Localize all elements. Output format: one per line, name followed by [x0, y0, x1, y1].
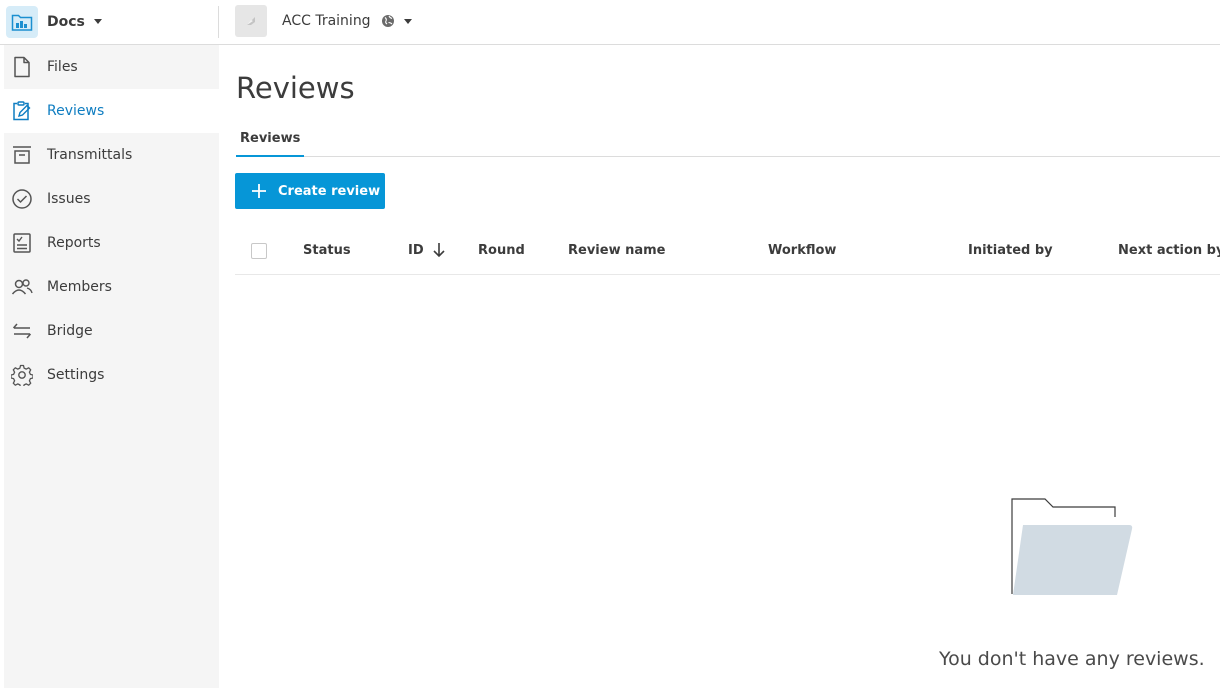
sidebar-item-settings[interactable]: Settings — [4, 353, 219, 397]
sidebar-item-label: Transmittals — [47, 147, 133, 163]
column-header-initiated-by[interactable]: Initiated by — [968, 243, 1053, 258]
sidebar-item-issues[interactable]: Issues — [4, 177, 219, 221]
reports-icon — [11, 232, 33, 254]
top-bar: Docs ACC Training — [0, 0, 1220, 45]
issues-icon — [11, 188, 33, 210]
sidebar-item-members[interactable]: Members — [4, 265, 219, 309]
sidebar-item-label: Reviews — [47, 103, 105, 119]
sidebar-nav: Files Reviews Transmittals Issues Report… — [0, 45, 219, 688]
empty-folder-illustration — [1009, 497, 1135, 601]
select-all-checkbox[interactable] — [251, 243, 267, 259]
sidebar-item-transmittals[interactable]: Transmittals — [4, 133, 219, 177]
bridge-icon — [11, 320, 33, 342]
sidebar-item-reviews[interactable]: Reviews — [4, 89, 219, 133]
docs-folder-icon — [6, 5, 38, 38]
sidebar-item-files[interactable]: Files — [4, 45, 219, 89]
sidebar-item-label: Settings — [47, 367, 105, 383]
project-thumbnail-icon — [235, 5, 267, 37]
module-switcher[interactable]: Docs — [6, 5, 102, 38]
page-title: Reviews — [236, 71, 355, 105]
tab-reviews[interactable]: Reviews — [236, 127, 305, 157]
column-header-next-action-by[interactable]: Next action by — [1118, 243, 1220, 258]
create-review-label: Create review — [278, 183, 381, 199]
file-icon — [11, 56, 33, 78]
reviews-icon — [11, 100, 33, 122]
chevron-down-icon — [93, 19, 102, 24]
sidebar-item-label: Reports — [47, 235, 101, 251]
sidebar-item-label: Bridge — [47, 323, 93, 339]
project-switcher[interactable]: ACC Training — [235, 5, 412, 37]
reviews-table-header: Status ID Round Review name Workflow Ini… — [235, 230, 1220, 275]
gear-icon — [11, 364, 33, 386]
column-header-round[interactable]: Round — [478, 243, 525, 258]
create-review-button[interactable]: Create review — [235, 173, 385, 209]
empty-state-message: You don't have any reviews. — [939, 648, 1205, 670]
tab-bar: Reviews — [236, 127, 1220, 157]
sidebar-item-label: Files — [47, 59, 78, 75]
column-header-status[interactable]: Status — [303, 243, 351, 258]
column-header-workflow[interactable]: Workflow — [768, 243, 836, 258]
globe-icon — [381, 14, 395, 28]
transmittals-icon — [11, 144, 33, 166]
sidebar-item-bridge[interactable]: Bridge — [4, 309, 219, 353]
sidebar-item-label: Members — [47, 279, 112, 295]
arrow-down-icon[interactable] — [432, 242, 446, 258]
plus-icon — [251, 183, 267, 199]
members-icon — [11, 276, 33, 298]
column-header-id[interactable]: ID — [408, 243, 424, 258]
chevron-down-icon — [403, 18, 412, 24]
sidebar-item-label: Issues — [47, 191, 91, 207]
topbar-divider — [218, 6, 219, 38]
project-name: ACC Training — [282, 13, 371, 29]
app-window: Docs ACC Training Files Reviews Transmit… — [0, 0, 1220, 688]
module-name: Docs — [47, 13, 85, 30]
sidebar-item-reports[interactable]: Reports — [4, 221, 219, 265]
main-content: Reviews Reviews Create review Status ID … — [219, 45, 1220, 688]
column-header-review-name[interactable]: Review name — [568, 243, 666, 258]
